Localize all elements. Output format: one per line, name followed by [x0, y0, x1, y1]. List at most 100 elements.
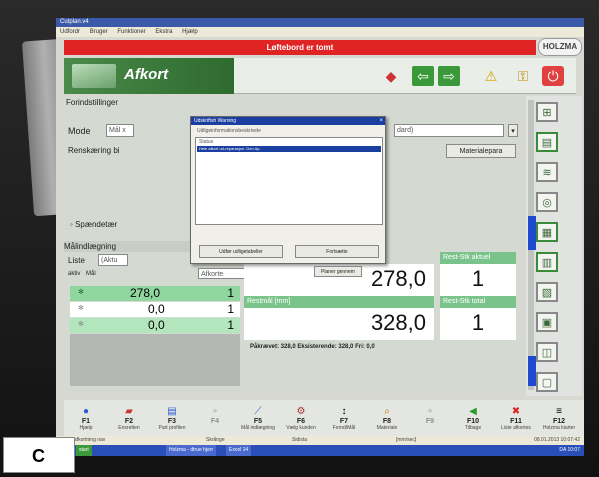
row-value: 0,0 — [148, 302, 165, 316]
header-banner: Afkort — [64, 58, 234, 94]
ruler-icon: ⟋ — [254, 406, 262, 417]
warning-icon[interactable]: ⚠ — [480, 66, 502, 86]
taskbar-item-holzma[interactable]: Holzma - dtrue hjerr — [166, 445, 217, 456]
power-icon[interactable]: ⏻ — [542, 66, 564, 86]
col-measure-label: Mål — [86, 271, 96, 277]
f2-button[interactable]: ▰ F2 Ensretten — [107, 406, 151, 434]
page-title: Afkort — [124, 66, 169, 83]
clamp-label-text: Spændetær — [75, 220, 118, 229]
f7-button[interactable]: ↕ F7 Fornd/Mål — [322, 406, 366, 434]
row-count: 1 — [227, 318, 234, 332]
summary-text: Påkrævet: 328,0 Eksisterende: 328,0 Fri:… — [250, 344, 375, 350]
f3-button[interactable]: ▤ F3 Part profilen — [150, 406, 194, 434]
help-icon: ● — [82, 406, 90, 417]
status-bar: Indge afkortning nav Skrånge Sidista [mm… — [56, 436, 584, 445]
f4-button[interactable]: ▫ F4 — [193, 406, 237, 434]
dialog-title: Udskriftsh Warning — [191, 117, 385, 125]
f9-button[interactable]: ▫ F9 — [408, 406, 452, 434]
taskbar: start Holzma - dtrue hjerr Excel 14 DA 1… — [56, 445, 584, 456]
standard-field[interactable]: dard) — [394, 124, 504, 137]
f5-button[interactable]: ⟋ F5 Mål indlægning — [236, 406, 280, 434]
scale-indicator-lower — [528, 356, 536, 386]
warning-dialog: Udskriftsh Warning × Udligeinformationsb… — [190, 116, 386, 264]
start-button[interactable]: start — [76, 445, 92, 456]
f11-button[interactable]: ✖ F11 Liste afkortes — [494, 406, 538, 434]
mode-select[interactable]: Mål x — [106, 124, 134, 137]
mode-label: Mode — [68, 126, 91, 136]
dialog-bottom-button[interactable]: Planer gennem — [314, 266, 362, 277]
key-icon[interactable]: ⚿ — [512, 66, 534, 86]
screen: Cutplan.v4 Udfordr Bruger Funktioner Eks… — [56, 18, 584, 456]
dialog-list[interactable]: Status Hele afkort ud-reparasjon. Den Ap… — [195, 137, 383, 225]
menu-item[interactable]: Bruger — [90, 29, 108, 35]
row-value: 278,0 — [130, 286, 161, 300]
material-params-button[interactable]: Materialepara — [446, 144, 516, 158]
menu-item[interactable]: Ekstra — [155, 29, 172, 35]
list-empty-area — [70, 334, 240, 386]
dialog-list-row-text: Hele afkort ud-reparasjon. Den Ap. — [199, 146, 261, 151]
tool-button-2[interactable]: ▤ — [536, 132, 558, 152]
dialog-right-button[interactable]: Fortsætte — [295, 245, 379, 258]
row-value: 0,0 — [148, 318, 165, 332]
rest-total-label: Rest-Stk total — [440, 296, 516, 308]
tool-button-1[interactable]: ⊞ — [536, 102, 558, 122]
arrows-icon: ↕ — [341, 406, 347, 417]
stack-icon: ▰ — [125, 406, 133, 417]
layers-icon: ▤ — [167, 406, 177, 417]
panel-label: C — [3, 437, 75, 473]
gear-icon: ⚙ — [296, 406, 306, 417]
f12-button[interactable]: ≡ F12 Holzma kiarter — [537, 406, 581, 434]
blank-icon: ▫ — [428, 406, 432, 417]
header-bar: Afkort ◆ ⇦ ⇨ ⚠ ⚿ ⏻ — [64, 58, 576, 94]
status-time: 08.01.2013 10:07:42 — [534, 437, 580, 443]
dropdown-arrow-icon[interactable]: ▾ — [508, 124, 518, 137]
list-section-label: Målindlægning — [64, 241, 194, 252]
tool-button-9[interactable]: ◫ — [536, 342, 558, 362]
row-count: 1 — [227, 302, 234, 316]
forward-arrow-icon[interactable]: ⇨ — [438, 66, 460, 86]
list-select[interactable]: (Aktu — [98, 254, 128, 266]
taskbar-item-excel[interactable]: Excel 14 — [226, 445, 252, 456]
tool-button-5[interactable]: ▦ — [536, 222, 558, 242]
tool-button-10[interactable]: ▢ — [536, 372, 558, 392]
dialog-left-button[interactable]: Udfør udligetabeller — [199, 245, 283, 258]
list-label: Liste — [68, 256, 85, 265]
tool-button-6[interactable]: ▥ — [536, 252, 558, 272]
menu-item[interactable]: Udfordr — [60, 29, 80, 35]
f1-button[interactable]: ● F1 Hjælp — [64, 406, 108, 434]
cube-icon[interactable]: ◆ — [380, 66, 402, 86]
list-row[interactable]: ✻ 0,0 1 — [70, 318, 240, 333]
clamp-label: ◦ Spændetær — [70, 220, 117, 229]
tool-button-8[interactable]: ▣ — [536, 312, 558, 332]
row-count: 1 — [227, 286, 234, 300]
status-right: [mm/sec] — [396, 437, 417, 443]
f10-button[interactable]: ◀ F10 Tilbage — [451, 406, 495, 434]
f8-button[interactable]: ⌕ F8 Materiale — [365, 406, 409, 434]
tool-button-4[interactable]: ◎ — [536, 192, 558, 212]
settings-section-label: Forindstillinger — [66, 98, 119, 107]
tool-button-3[interactable]: ≋ — [536, 162, 558, 182]
back-icon: ◀ — [469, 406, 477, 417]
tool-button-7[interactable]: ▧ — [536, 282, 558, 302]
menu-item[interactable]: Funktioner — [117, 29, 145, 35]
dialog-list-selected-row[interactable]: Hele afkort ud-reparasjon. Den Ap. — [197, 146, 381, 152]
list-row[interactable]: ✻ 0,0 1 — [70, 302, 240, 317]
taskbar-clock: DA 10:07 — [559, 447, 580, 453]
dialog-subtitle: Udligeinformationsbeskrivele — [197, 128, 261, 134]
stop-icon: ✖ — [511, 406, 521, 417]
function-key-bar: ● F1 Hjælp ▰ F2 Ensretten ▤ F3 Part prof… — [64, 400, 584, 436]
status-mid2: Sidista — [292, 437, 308, 443]
row-marker-icon: ✻ — [78, 321, 84, 328]
back-arrow-icon[interactable]: ⇦ — [412, 66, 434, 86]
trim-label: Renskæring bi — [68, 146, 120, 155]
close-icon[interactable]: × — [379, 117, 383, 125]
row-marker-icon: ✻ — [78, 305, 84, 312]
list-row-selected[interactable]: ✻ 278,0 1 — [70, 286, 240, 301]
f6-button[interactable]: ⚙ F6 Vælg kunden — [279, 406, 323, 434]
remaining-value: 328,0 — [244, 308, 434, 340]
status-mid1: Skrånge — [206, 437, 225, 443]
search-icon: ⌕ — [384, 406, 390, 417]
rest-total-value: 1 — [440, 308, 516, 340]
menu-item[interactable]: Hjælp — [182, 29, 198, 35]
remaining-label: Restmål [mm] — [244, 296, 434, 308]
